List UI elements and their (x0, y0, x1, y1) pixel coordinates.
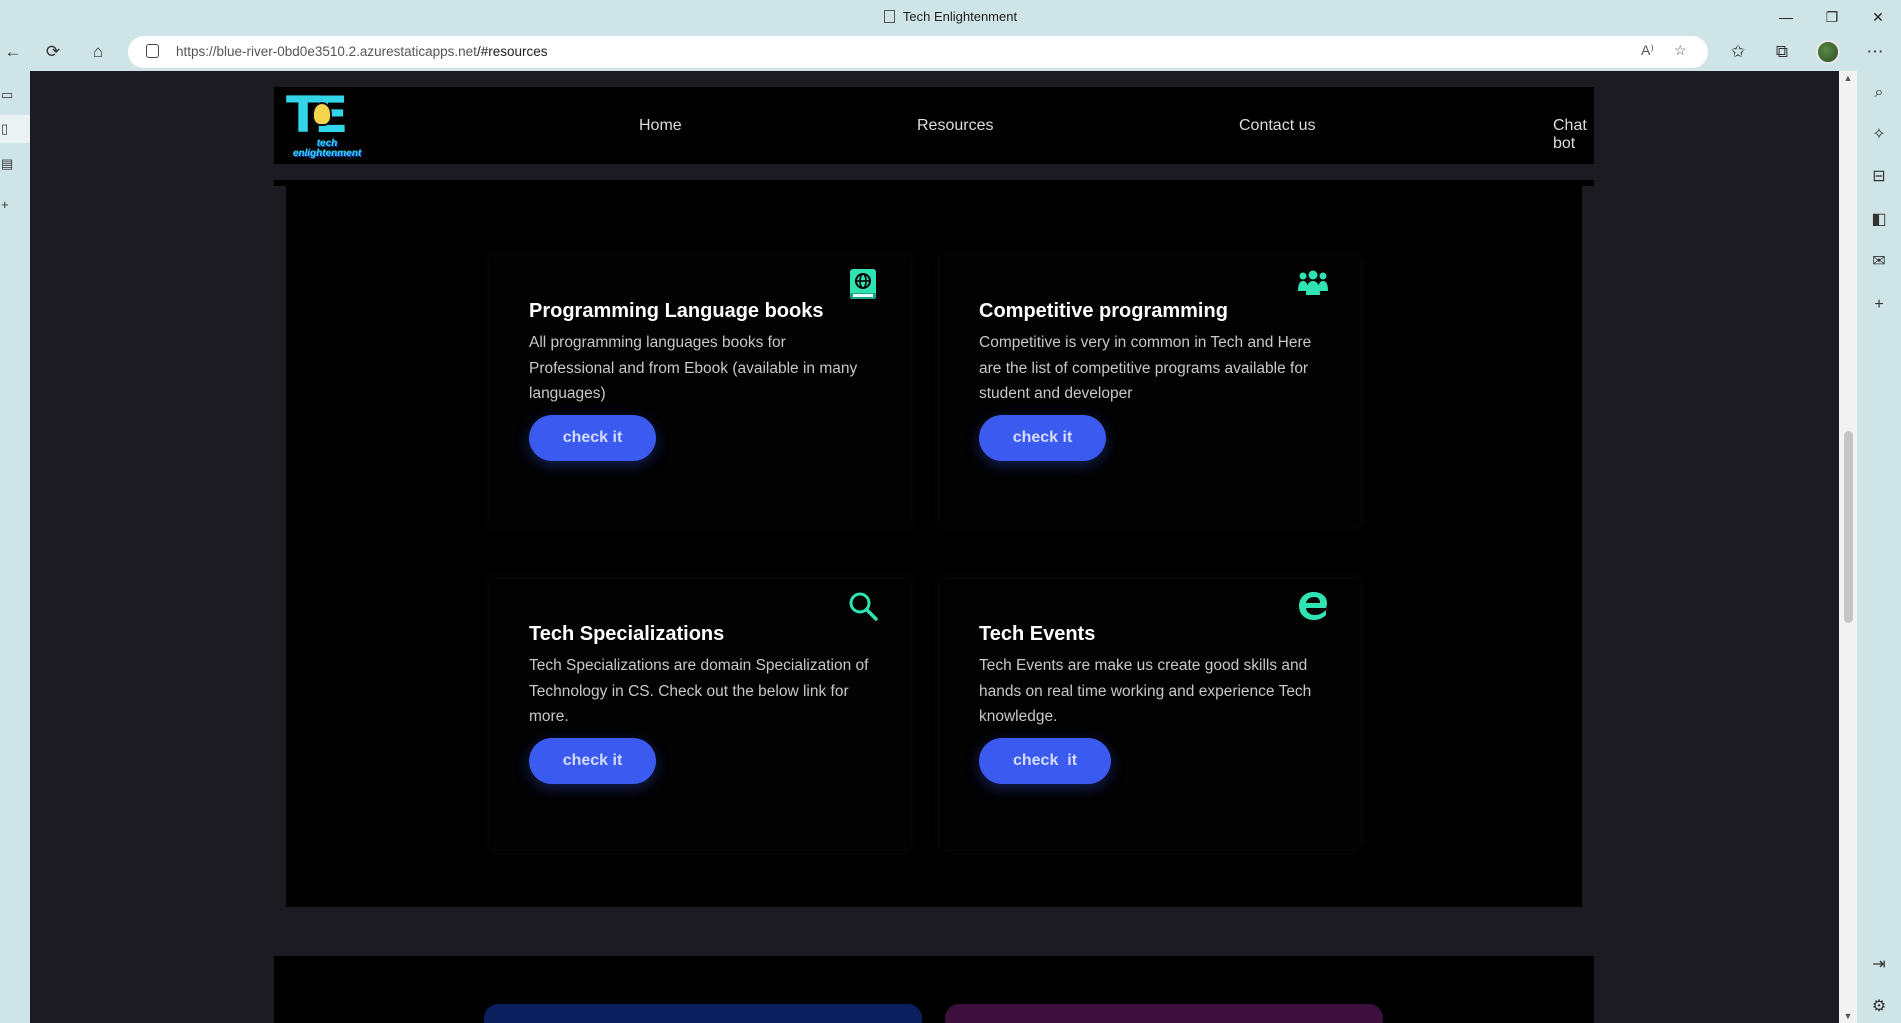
close-window-button[interactable]: ✕ (1855, 6, 1901, 28)
resource-card-specializations: Tech Specializations Tech Specialization… (490, 579, 910, 849)
read-aloud-icon[interactable]: A⁾ (1641, 42, 1654, 59)
address-url: https://blue-river-0bd0e3510.2.azurestat… (176, 44, 547, 59)
browser-titlebar: Tech Enlightenment — ❐ ✕ (0, 0, 1901, 33)
url-path: /#resources (476, 44, 548, 59)
next-section (274, 956, 1594, 1023)
purple-panel (945, 1004, 1383, 1023)
favorites-icon[interactable]: ✩ (1725, 39, 1751, 65)
hide-sidebar-icon[interactable]: ⇥ (1857, 951, 1901, 979)
search-icon (849, 592, 878, 621)
settings-gear-icon[interactable]: ⚙ (1857, 993, 1901, 1021)
vertical-tabs-rail: ▭ ▯ ▤ + (0, 71, 30, 1023)
profile-avatar[interactable] (1816, 40, 1840, 64)
new-tab-icon[interactable]: + (0, 191, 30, 219)
nav-contact-us[interactable]: Contact us (1239, 117, 1315, 135)
people-group-icon (1298, 270, 1328, 295)
home-icon[interactable]: ⌂ (85, 40, 111, 64)
site-header: TE techenlightenment Home Resources Cont… (274, 87, 1594, 164)
favorite-add-icon[interactable]: ☆ (1674, 42, 1687, 59)
book-globe-icon (850, 269, 876, 299)
tools-icon[interactable]: ⊟ (1857, 163, 1901, 191)
web-page: TE techenlightenment Home Resources Cont… (30, 71, 1839, 1023)
search-sidebar-icon[interactable]: ⌕ (1857, 79, 1901, 107)
page-scrollbar[interactable]: ▲ ▼ (1839, 71, 1857, 1023)
minimize-button[interactable]: — (1763, 6, 1809, 28)
resources-section: Programming Language books All programmi… (286, 186, 1582, 907)
address-bar[interactable]: https://blue-river-0bd0e3510.2.azurestat… (128, 36, 1708, 68)
edge-icon (1299, 592, 1327, 620)
page-icon (883, 10, 895, 23)
check-it-button[interactable]: check it (529, 415, 656, 461)
add-sidebar-app-icon[interactable]: + (1857, 291, 1901, 319)
card-title: Competitive programming (979, 300, 1228, 322)
edge-sidebar: ⌕ ✧ ⊟ ◧ ✉ + ⇥ ⚙ (1857, 71, 1901, 1023)
nav-chat-bot[interactable]: Chat bot (1553, 117, 1594, 153)
url-host: https://blue-river-0bd0e3510.2.azurestat… (176, 44, 477, 59)
browser-toolbar: ← ⟳ ⌂ https://blue-river-0bd0e3510.2.azu… (0, 33, 1901, 71)
logo-tagline: tech enlightenment (284, 139, 370, 159)
nav-resources[interactable]: Resources (917, 117, 993, 135)
resource-card-events: Tech Events Tech Events are make us crea… (940, 579, 1360, 849)
restore-button[interactable]: ❐ (1809, 6, 1855, 28)
check-it-button[interactable]: check it (529, 738, 656, 784)
card-title: Tech Events (979, 623, 1096, 645)
copilot-icon[interactable]: ✧ (1857, 121, 1901, 149)
tab-icon[interactable]: ▤ (0, 150, 30, 178)
back-icon[interactable]: ← (0, 40, 26, 64)
window-title: Tech Enlightenment (0, 9, 1901, 24)
window-title-text: Tech Enlightenment (902, 9, 1018, 24)
scroll-thumb[interactable] (1844, 431, 1853, 623)
tab-actions-icon[interactable]: ▭ (0, 81, 30, 109)
check-it-button[interactable]: check it (979, 415, 1106, 461)
resource-card-competitive: Competitive programming Competitive is v… (940, 256, 1360, 526)
outlook-icon[interactable]: ✉ (1857, 248, 1901, 276)
scroll-up-arrow-icon[interactable]: ▲ (1839, 71, 1857, 85)
resource-card-books: Programming Language books All programmi… (490, 256, 910, 526)
office-icon[interactable]: ◧ (1857, 206, 1901, 234)
lock-icon[interactable] (146, 44, 159, 58)
card-title: Programming Language books (529, 300, 824, 322)
more-icon[interactable]: ⋯ (1862, 39, 1888, 65)
site-logo[interactable]: TE techenlightenment (274, 87, 372, 164)
logo-tagline-line-2: enlightenment (292, 148, 362, 159)
card-description: All programming languages books for Prof… (529, 334, 858, 402)
lightbulb-icon (312, 102, 332, 126)
blue-panel (484, 1004, 922, 1023)
active-tab-icon[interactable]: ▯ (0, 115, 30, 143)
collections-icon[interactable]: ⧉ (1769, 39, 1795, 65)
reload-icon[interactable]: ⟳ (40, 40, 66, 64)
card-title: Tech Specializations (529, 623, 725, 645)
card-description: Tech Specializations are domain Speciali… (529, 657, 869, 725)
card-description: Competitive is very in common in Tech an… (979, 334, 1312, 402)
card-description: Tech Events are make us create good skil… (979, 657, 1312, 725)
scroll-down-arrow-icon[interactable]: ▼ (1839, 1009, 1857, 1023)
nav-home[interactable]: Home (639, 117, 682, 135)
check-it-button[interactable]: check it (979, 738, 1111, 784)
